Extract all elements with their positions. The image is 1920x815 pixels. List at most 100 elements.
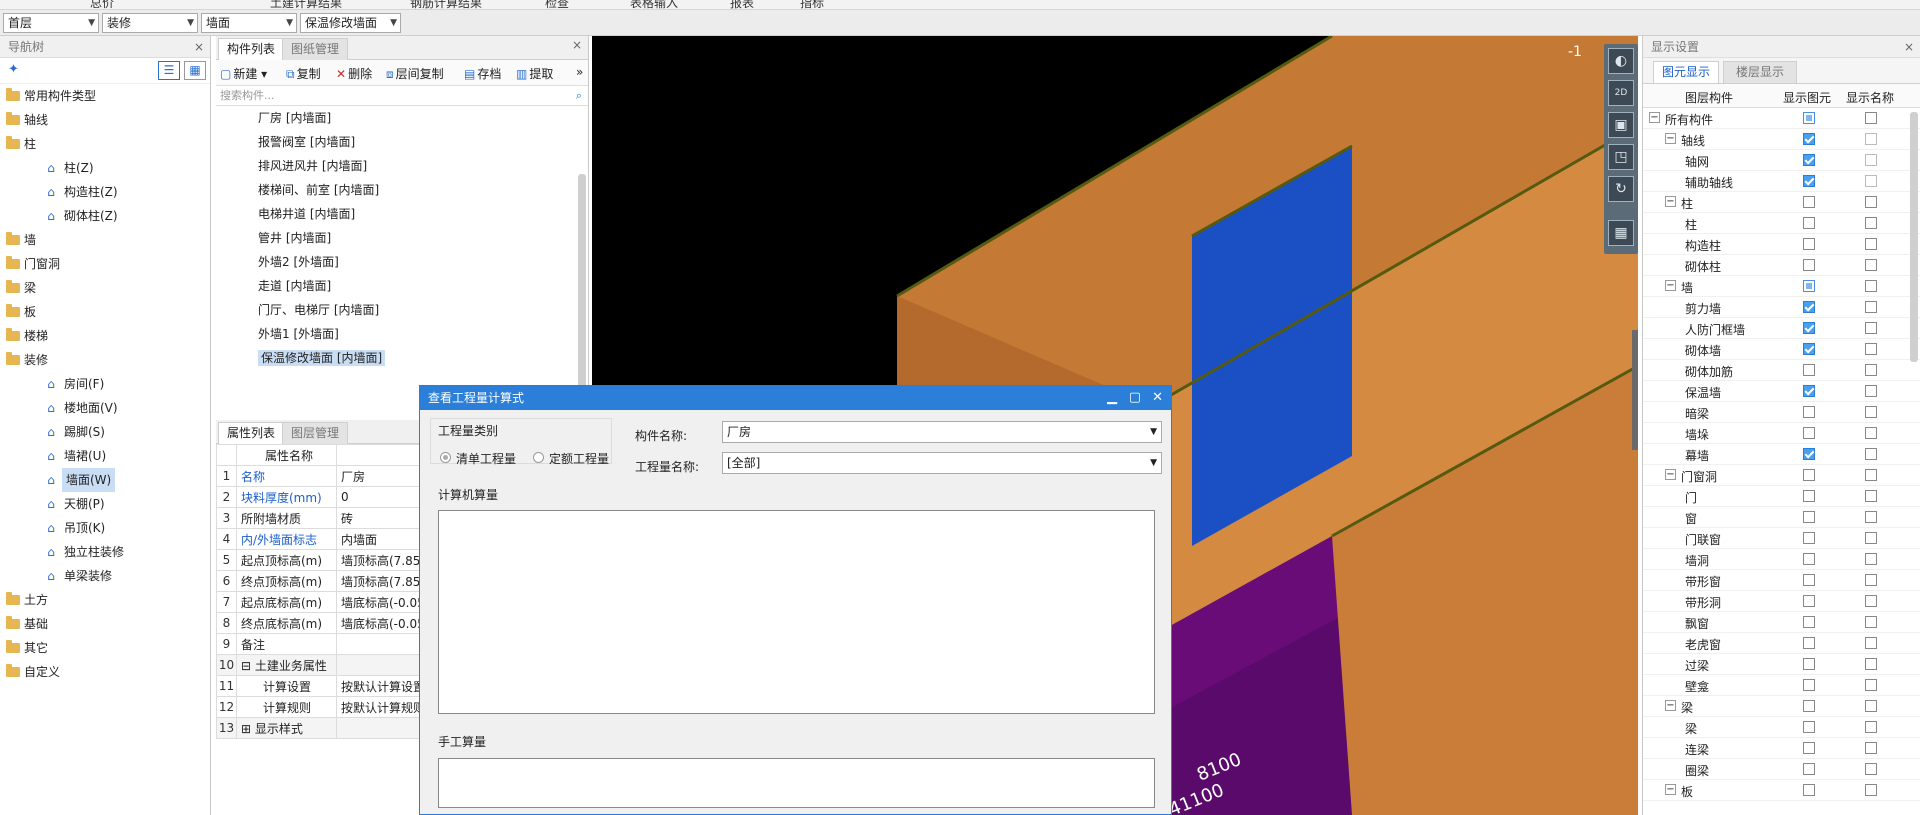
display-layer-row[interactable]: 轴网 [1643,150,1920,171]
display-layer-row[interactable]: 人防门框墙 [1643,318,1920,339]
manual-quantity-textarea[interactable] [438,758,1155,808]
show-name-checkbox[interactable] [1865,343,1877,355]
show-element-checkbox[interactable] [1803,112,1815,124]
component-list-item[interactable]: 电梯井道 [内墙面] [216,202,588,226]
display-layer-row[interactable]: 构造柱 [1643,234,1920,255]
display-layer-row[interactable]: − 所有构件 [1643,108,1920,129]
show-name-checkbox[interactable] [1865,364,1877,376]
show-name-checkbox[interactable] [1865,322,1877,334]
show-name-checkbox[interactable] [1865,196,1877,208]
component-list-item[interactable]: 走道 [内墙面] [216,274,588,298]
show-element-checkbox[interactable] [1803,637,1815,649]
display-layer-row[interactable]: 连梁 [1643,738,1920,759]
show-element-checkbox[interactable] [1803,322,1815,334]
search-icon[interactable]: ⌕ [576,86,582,106]
show-element-checkbox[interactable] [1803,154,1815,166]
show-element-checkbox[interactable] [1803,406,1815,418]
show-name-checkbox[interactable] [1865,763,1877,775]
show-element-checkbox[interactable] [1803,280,1815,292]
nav-item[interactable]: ⌂ 房间(F) [0,372,210,396]
display-layer-row[interactable]: 梁 [1643,717,1920,738]
show-element-checkbox[interactable] [1803,217,1815,229]
globe-icon[interactable]: ◐ [1608,48,1634,74]
show-name-checkbox[interactable] [1865,448,1877,460]
nav-item[interactable]: 门窗洞 [0,252,210,276]
show-element-checkbox[interactable] [1803,679,1815,691]
show-name-checkbox[interactable] [1865,721,1877,733]
display-layer-row[interactable]: 带形窗 [1643,570,1920,591]
grid-view-icon[interactable]: ▦ [184,61,206,80]
display-layer-row[interactable]: 门联窗 [1643,528,1920,549]
display-layer-row[interactable]: 墙洞 [1643,549,1920,570]
nav-item[interactable]: 板 [0,300,210,324]
more-icon[interactable]: » [576,65,583,79]
archive-button[interactable]: ▤ 存档 [464,65,501,82]
collapse-icon[interactable]: − [1649,112,1660,123]
type-select[interactable]: 墙面 ▼ [201,13,297,33]
top-menu-item[interactable]: 指标 [800,0,824,9]
copy-button[interactable]: ⧉ 复制 [286,65,321,82]
show-element-checkbox[interactable] [1803,532,1815,544]
nav-item[interactable]: ⌂ 吊顶(K) [0,516,210,540]
display-layer-row[interactable]: 剪力墙 [1643,297,1920,318]
collapse-icon[interactable]: − [1665,700,1676,711]
show-element-checkbox[interactable] [1803,763,1815,775]
top-menu-item[interactable]: 检查 [545,0,569,9]
sparkle-icon[interactable]: ✦ [8,62,19,77]
close-icon[interactable]: ✕ [1152,386,1163,410]
component-list-item[interactable]: 报警阀室 [内墙面] [216,130,588,154]
tab-element-display[interactable]: 图元显示 [1653,61,1720,83]
minimize-icon[interactable]: ▁ [1107,386,1117,410]
nav-item[interactable]: 自定义 [0,660,210,684]
nav-item[interactable]: 土方 [0,588,210,612]
nav-item[interactable]: ⌂ 柱(Z) [0,156,210,180]
show-element-checkbox[interactable] [1803,259,1815,271]
show-name-checkbox[interactable] [1865,406,1877,418]
component-select[interactable]: 保温修改墙面 ▼ [300,13,401,33]
component-list-item[interactable]: 厂房 [内墙面] [216,106,588,130]
show-element-checkbox[interactable] [1803,238,1815,250]
show-element-checkbox[interactable] [1803,427,1815,439]
nav-item[interactable]: 楼梯 [0,324,210,348]
component-list-item[interactable]: 外墙2 [外墙面] [216,250,588,274]
show-element-checkbox[interactable] [1803,490,1815,502]
nav-item[interactable]: ⌂ 天棚(P) [0,492,210,516]
collapse-icon[interactable]: − [1665,280,1676,291]
nav-item[interactable]: ⌂ 墙面(W) [0,468,210,492]
component-list-item[interactable]: 排风进风井 [内墙面] [216,154,588,178]
show-element-checkbox[interactable] [1803,784,1815,796]
nav-item[interactable]: 装修 [0,348,210,372]
show-element-checkbox[interactable] [1803,742,1815,754]
component-list-item[interactable]: 管井 [内墙面] [216,226,588,250]
display-layer-row[interactable]: 壁龛 [1643,675,1920,696]
tab-drawing-management[interactable]: 图纸管理 [282,38,349,60]
show-element-checkbox[interactable] [1803,721,1815,733]
show-name-checkbox[interactable] [1865,154,1877,166]
close-icon[interactable]: × [1904,36,1914,58]
scrollbar[interactable] [578,174,586,399]
show-name-checkbox[interactable] [1865,553,1877,565]
display-layer-row[interactable]: 幕墙 [1643,444,1920,465]
display-layer-row[interactable]: 辅助轴线 [1643,171,1920,192]
bill-quantity-radio[interactable] [440,452,451,463]
display-layer-row[interactable]: 过梁 [1643,654,1920,675]
collapse-icon[interactable]: − [1665,784,1676,795]
display-layer-row[interactable]: − 墙 [1643,276,1920,297]
collapse-icon[interactable]: − [1665,469,1676,480]
show-name-checkbox[interactable] [1865,784,1877,796]
top-menu-item[interactable]: 土建计算结果 [270,0,342,9]
collapse-icon[interactable]: ⊟ [241,659,255,673]
component-list-item[interactable]: 楼梯间、前室 [内墙面] [216,178,588,202]
component-list-item[interactable]: 门厅、电梯厅 [内墙面] [216,298,588,322]
collapse-icon[interactable]: − [1665,133,1676,144]
delete-button[interactable]: ✕ 删除 [336,65,372,82]
show-name-checkbox[interactable] [1865,301,1877,313]
list-view-icon[interactable]: ☰ [158,61,180,80]
show-name-checkbox[interactable] [1865,574,1877,586]
display-layer-row[interactable]: − 柱 [1643,192,1920,213]
display-layer-row[interactable]: 砌体墙 [1643,339,1920,360]
display-layer-row[interactable]: 飘窗 [1643,612,1920,633]
show-name-checkbox[interactable] [1865,175,1877,187]
component-list-item[interactable]: 外墙1 [外墙面] [216,322,588,346]
display-layer-row[interactable]: 圈梁 [1643,759,1920,780]
